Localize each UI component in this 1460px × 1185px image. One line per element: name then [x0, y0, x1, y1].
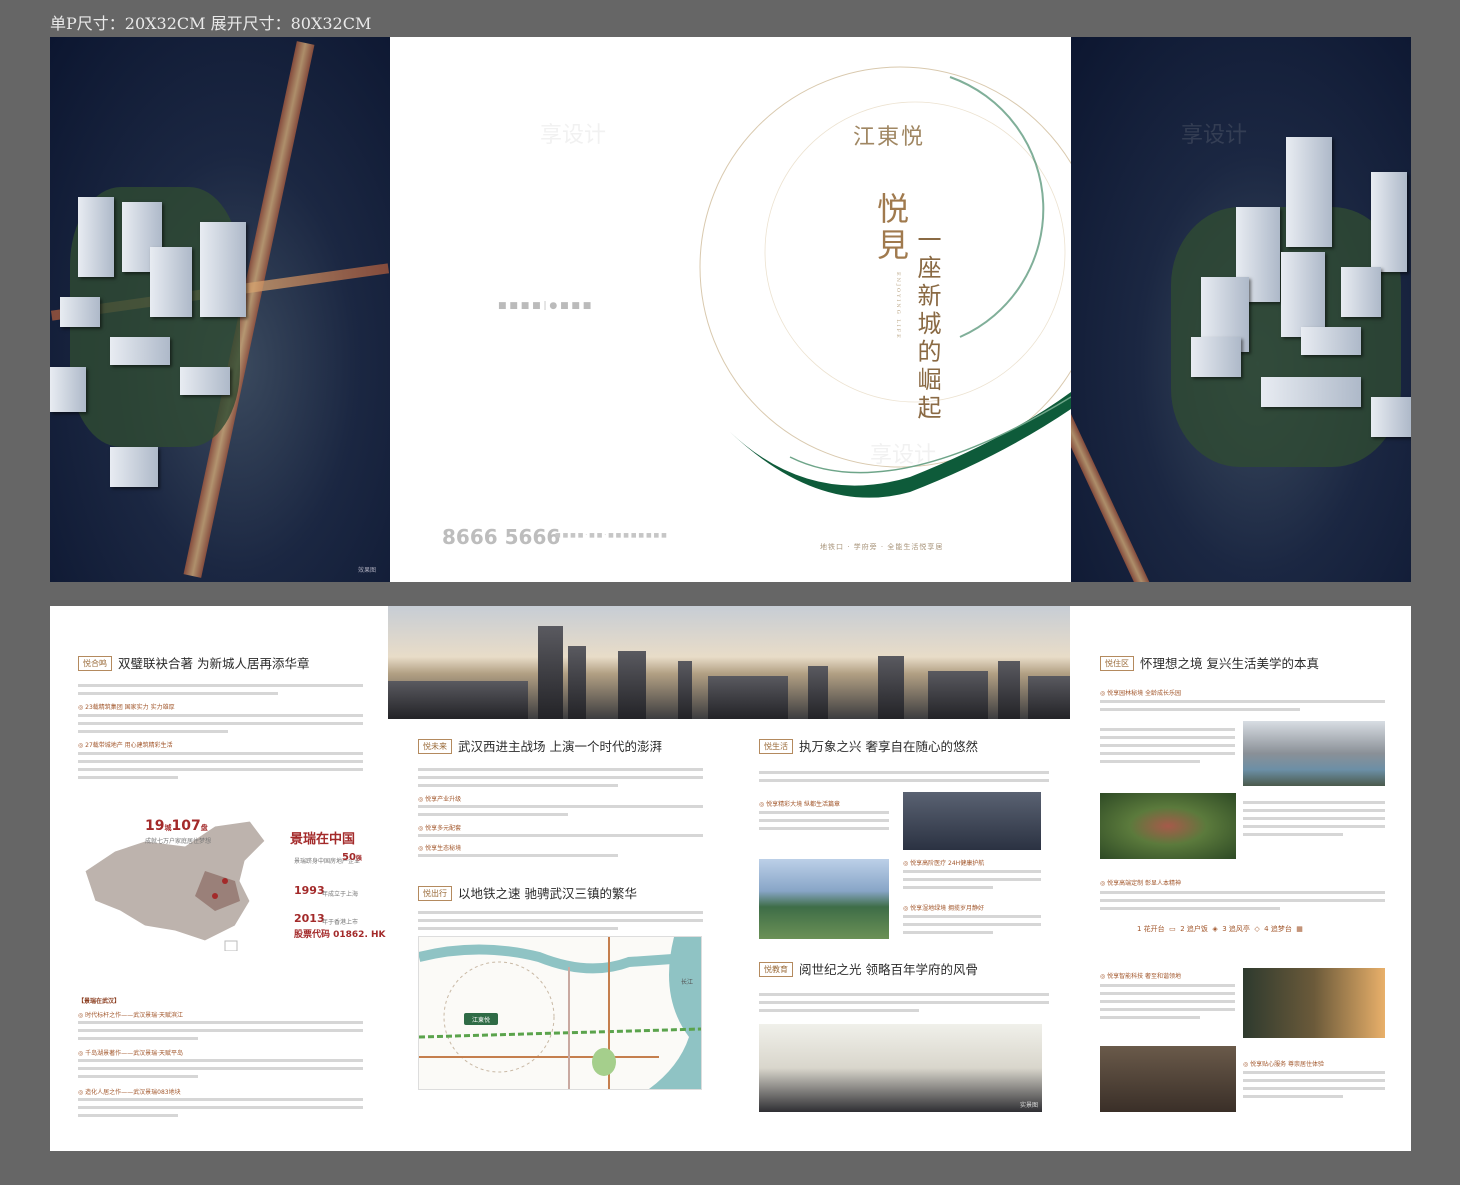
cover-ring-graphic: [699, 66, 1071, 498]
subheading: ◎ 悦享高阶医疗 24H健康护航: [903, 860, 985, 867]
pool-photo: [1243, 721, 1385, 786]
location-map-graphic: [419, 937, 701, 1089]
wuhan-item: ◎ 造化人居之作——武汉景瑞083地块: [78, 1089, 181, 1096]
design-steps: 1 花开台 ▭ 2 追户饭 ◈ 3 追风亭 ◇ 4 追梦台 ▦: [1137, 925, 1303, 933]
aerial-render-right: 享设计: [1071, 37, 1411, 582]
smart-home-photo: [1243, 968, 1385, 1038]
section-tag: 悦未来: [418, 739, 452, 754]
subheading: ◎ 悦享园林秘境 全龄成长乐园: [1100, 690, 1182, 697]
hotline-number: 8666 5666: [442, 525, 561, 549]
step-item: 2 追户饭: [1180, 925, 1208, 933]
graduation-photo: 实景图: [759, 1024, 1042, 1112]
garden-photo: [1100, 793, 1236, 859]
section-tag: 悦生活: [759, 739, 793, 754]
size-label: 单P尺寸：20X32CM 展开尺寸：80X32CM: [50, 14, 372, 33]
rank-number: 50强: [342, 852, 362, 863]
side-title: 景瑞在中国: [290, 832, 356, 847]
section-title: 悦出行 以地铁之速 驰骋武汉三镇的繁华: [418, 883, 637, 902]
section-headline: 双璧联袂合著 为新城人居再添华章: [118, 656, 310, 671]
section-headline: 武汉西进主战场 上演一个时代的澎湃: [458, 739, 662, 754]
subheading: ◎ 悦享贴心服务 尊崇居住体验: [1243, 1061, 1325, 1068]
year-listed-text: 年于香港上市: [322, 919, 359, 926]
subheading: ◎ 27载带城地产 用心建筑精彩生活: [78, 742, 173, 749]
year-founded-text: 年成立于上海: [322, 891, 359, 898]
section-headline: 执万象之兴 奢享自在随心的悠然: [799, 739, 978, 754]
subheading: ◎ 悦享多元配套: [418, 825, 462, 832]
project-count: 19城107盘: [145, 818, 208, 834]
year-founded: 1993: [294, 884, 325, 897]
year-listed: 2013: [294, 912, 325, 925]
subheading: ◎ 23载精筑集团 国家实力 实力雄厚: [78, 704, 175, 711]
section-headline: 怀理想之境 复兴生活美学的本真: [1140, 656, 1319, 671]
inside-spread: 悦合鸣 双璧联袂合著 为新城人居再添华章 ◎ 23载精筑集团 国家实力 实力雄厚 …: [50, 606, 1411, 1151]
subheading: ◎ 悦享智能科技 奢至和谐领地: [1100, 973, 1182, 980]
step-item: 3 追风亭: [1222, 925, 1250, 933]
city-count: 19: [145, 818, 165, 834]
cover-page: 江東悦 悦見 ENJOYING LIFE 一座新城的崛起 ■ ■ ■ ■ | ●…: [390, 37, 1071, 582]
cover-spread: 效果图 江東悦 悦見 ENJOYING LIFE 一座新城的崛起 ■ ■ ■ ■…: [50, 37, 1411, 582]
project-unit: 盘: [200, 824, 208, 832]
wuhan-item: ◎ 时代标杆之作——武汉景瑞·天赋滨江: [78, 1012, 184, 1019]
cover-tagline: 地铁口 · 学府旁 · 全能生活悦享居: [820, 543, 944, 551]
location-map: 江東悦 长江: [418, 936, 702, 1090]
aerial-render-left: 效果图: [50, 37, 390, 582]
section-tag: 悦住区: [1100, 656, 1134, 671]
map-project-label: 江東悦: [472, 1017, 491, 1024]
section-headline: 以地铁之速 驰骋武汉三镇的繁华: [458, 886, 637, 901]
section-title: 悦住区 怀理想之境 复兴生活美学的本真: [1100, 653, 1319, 672]
panel-life-education: 悦生活 执万象之兴 奢享自在随心的悠然 ◎ 悦享精彩大境 纵都生活篇章 ◎ 悦享高…: [729, 606, 1070, 1151]
section-tag: 悦教育: [759, 962, 793, 977]
project-total: 107: [171, 818, 201, 834]
subheading: ◎ 悦享高端定制 彰显人本精神: [1100, 880, 1182, 887]
brand-logo: 江東悦: [853, 125, 926, 150]
project-caption: 成就七万户家庭居住梦想: [145, 838, 212, 845]
wuhan-item: ◎ 千岛湖景著作——武汉景瑞·天赋平岛: [78, 1050, 184, 1057]
slogan-en: ENJOYING LIFE: [895, 272, 901, 340]
slogan-main: 悦見: [872, 192, 910, 264]
panel-developer: 悦合鸣 双璧联袂合著 为新城人居再添华章 ◎ 23载精筑集团 国家实力 实力雄厚 …: [50, 606, 388, 1151]
service-photo: [1100, 1046, 1236, 1112]
wuhan-title: 【景瑞在武汉】: [78, 998, 121, 1005]
subheading: ◎ 悦享湿地绿境 拥揽岁月静好: [903, 905, 985, 912]
subheading: ◎ 悦享精彩大境 纵都生活篇章: [759, 801, 841, 808]
city-night-photo: [903, 792, 1041, 850]
step-item: 1 花开台: [1137, 925, 1165, 933]
section-tag: 悦合鸣: [78, 656, 112, 671]
section-title: 悦生活 执万象之兴 奢享自在随心的悠然: [759, 736, 978, 755]
stock-code: 股票代码 01862. HK: [294, 930, 386, 940]
section-headline: 阅世纪之光 领略百年学府的风骨: [799, 962, 978, 977]
section-title: 悦未来 武汉西进主战场 上演一个时代的澎湃: [418, 736, 662, 755]
map-river-label: 长江: [681, 979, 694, 986]
photo-note: 实景图: [1019, 1102, 1038, 1109]
rank-unit: 强: [355, 855, 362, 862]
hotline-note: ■ ■ ■ ■ · ■ ■ · ■ ■ ■ ■ ■ ■ ■ ■: [555, 532, 667, 539]
slogan-sub: 一座新城的崛起: [913, 227, 941, 423]
section-title: 悦教育 阅世纪之光 领略百年学府的风骨: [759, 959, 978, 978]
render-note: 效果图: [357, 567, 376, 574]
section-title: 悦合鸣 双璧联袂合著 为新城人居再添华章: [78, 653, 309, 672]
watermark: 享设计: [1181, 123, 1248, 148]
subheading: ◎ 悦享生态秘境: [418, 845, 462, 852]
rank-value: 50: [342, 852, 356, 863]
subheading: ◎ 悦享产业升级: [418, 796, 462, 803]
developer-logos: ■ ■ ■ ■ | ● ■ ■ ■: [498, 301, 592, 311]
step-item: 4 追梦台: [1264, 925, 1292, 933]
panel-community: 悦住区 怀理想之境 复兴生活美学的本真 ◎ 悦享园林秘境 全龄成长乐园 ◎ 悦享高…: [1070, 606, 1411, 1151]
wetland-photo: [759, 859, 889, 939]
section-tag: 悦出行: [418, 886, 452, 901]
